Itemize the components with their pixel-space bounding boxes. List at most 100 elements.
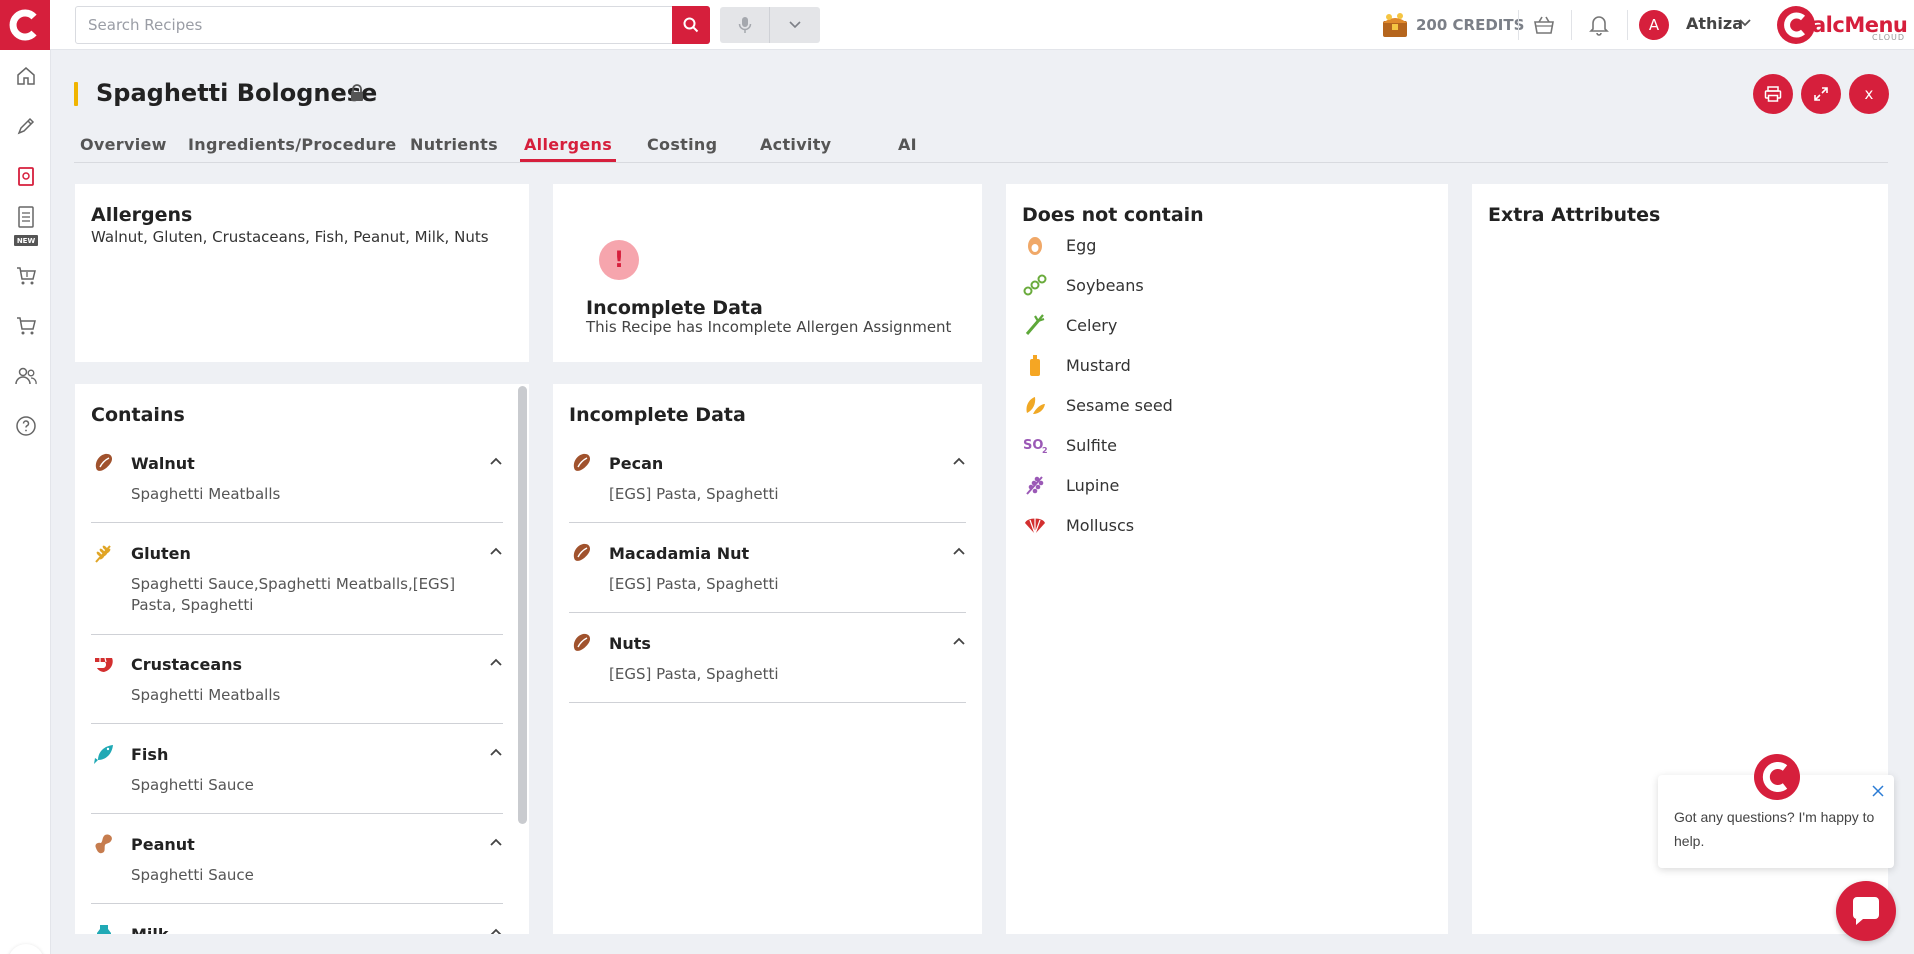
accordion-header[interactable]: Walnut: [91, 450, 503, 476]
does-not-contain-title: Does not contain: [1022, 204, 1204, 226]
chevron-up-icon[interactable]: [489, 927, 503, 934]
chevron-up-icon[interactable]: [952, 546, 966, 556]
title-accent-bar: [74, 82, 78, 106]
allergen-sources: Spaghetti Meatballs: [131, 686, 281, 704]
milk-icon: [91, 921, 117, 934]
tab-bar: Overview Ingredients/Procedure Nutrients…: [74, 132, 1888, 163]
search-button[interactable]: [672, 6, 710, 44]
fish-icon: [91, 741, 117, 767]
credits-display[interactable]: 200 CREDITS: [1380, 9, 1524, 41]
username[interactable]: Athiza: [1686, 14, 1743, 33]
contains-card: Contains Walnut Spaghetti Meatballs Glut…: [75, 384, 529, 934]
soybean-icon: [1022, 272, 1048, 298]
basket-icon: [1534, 16, 1554, 34]
sidebar-item-home[interactable]: [13, 63, 39, 89]
brand-c-icon: [1777, 6, 1815, 44]
sidebar-item-recipes[interactable]: [13, 163, 39, 189]
microphone-button[interactable]: [720, 7, 770, 43]
allergen-label: Mustard: [1066, 355, 1131, 375]
home-icon: [17, 67, 35, 85]
list-item: Fish Spaghetti Sauce: [91, 741, 503, 814]
accordion-header[interactable]: Fish: [91, 741, 503, 767]
does-not-contain-card: Does not contain Egg Soybeans Celery Mus…: [1006, 184, 1448, 934]
chevron-up-icon[interactable]: [489, 747, 503, 757]
chat-close-button[interactable]: [1870, 783, 1886, 799]
close-button[interactable]: x: [1849, 74, 1889, 114]
help-icon: [16, 416, 36, 436]
mustard-icon: [1022, 352, 1048, 378]
app-logo[interactable]: [0, 0, 50, 50]
user-menu-chevron[interactable]: [1738, 15, 1752, 34]
chevron-up-icon[interactable]: [489, 456, 503, 466]
divider: [1571, 10, 1572, 40]
allergen-name: Pecan: [609, 453, 664, 473]
incomplete-notice-title: Incomplete Data: [586, 297, 763, 319]
page-title: Spaghetti Bolognese: [96, 79, 378, 107]
incomplete-data-card: Incomplete Data Pecan [EGS] Pasta, Spagh…: [553, 384, 982, 934]
list-item: Pecan [EGS] Pasta, Spaghetti: [569, 450, 966, 523]
notifications-button[interactable]: [1586, 12, 1612, 38]
celery-icon: [1022, 312, 1048, 338]
avatar[interactable]: A: [1639, 10, 1669, 40]
sulfite-icon: SO 2: [1022, 432, 1048, 458]
allergen-sources: [EGS] Pasta, Spaghetti: [609, 575, 779, 593]
allergen-name: Fish: [131, 744, 169, 764]
wheat-icon: [91, 540, 117, 566]
accordion-header[interactable]: Pecan: [569, 450, 966, 476]
contains-title: Contains: [91, 404, 185, 426]
sidebar-item-help[interactable]: [13, 413, 39, 439]
brand-subtitle: CLOUD: [1872, 33, 1906, 42]
accordion-header[interactable]: Crustaceans: [91, 651, 503, 677]
expand-button[interactable]: [1801, 74, 1841, 114]
nut-icon: [91, 450, 117, 476]
chevron-up-icon[interactable]: [952, 456, 966, 466]
voice-search-group: [720, 7, 820, 43]
chevron-up-icon[interactable]: [952, 636, 966, 646]
print-button[interactable]: [1753, 74, 1793, 114]
allergens-summary-card: Allergens Walnut, Gluten, Crustaceans, F…: [75, 184, 529, 362]
chat-message-text: Got any questions? I'm happy to help.: [1674, 809, 1875, 849]
tab-nutrients[interactable]: Nutrients: [410, 135, 498, 154]
sidebar-collapse-button[interactable]: [8, 944, 44, 954]
extra-attributes-title: Extra Attributes: [1488, 204, 1661, 226]
voice-dropdown-button[interactable]: [770, 7, 820, 43]
accordion-header[interactable]: Milk: [91, 921, 503, 934]
expand-icon: [1814, 87, 1828, 101]
chat-launcher-button[interactable]: [1836, 881, 1896, 941]
allergens-summary-list: Walnut, Gluten, Crustaceans, Fish, Peanu…: [91, 228, 489, 246]
scrollbar[interactable]: [518, 386, 527, 824]
chevron-up-icon[interactable]: [489, 837, 503, 847]
tab-ingredients-procedure[interactable]: Ingredients/Procedure: [188, 135, 397, 154]
chevron-up-icon[interactable]: [489, 657, 503, 667]
tab-ai[interactable]: AI: [898, 135, 917, 154]
accordion-header[interactable]: Nuts: [569, 630, 966, 656]
sidebar-item-menu[interactable]: [13, 205, 39, 231]
sidebar-item-edit[interactable]: [13, 113, 39, 139]
accordion-header[interactable]: Peanut: [91, 831, 503, 857]
search-box: [75, 6, 710, 44]
basket-button[interactable]: [1531, 12, 1557, 38]
sidebar-item-users[interactable]: [13, 363, 39, 389]
allergen-label: Egg: [1066, 235, 1097, 255]
chevron-up-icon[interactable]: [489, 546, 503, 556]
tab-costing[interactable]: Costing: [647, 135, 717, 154]
sidebar-item-orders[interactable]: [13, 313, 39, 339]
mollusc-icon: [1022, 512, 1048, 538]
brand-logo: alcMenu CLOUD: [1776, 3, 1908, 47]
sidebar: NEW: [0, 50, 51, 954]
credits-chest-icon: [1383, 13, 1407, 37]
tab-activity[interactable]: Activity: [760, 135, 831, 154]
search-input[interactable]: [76, 7, 656, 43]
chevron-down-icon: [789, 21, 801, 29]
tab-overview[interactable]: Overview: [80, 135, 167, 154]
tab-allergens[interactable]: Allergens: [519, 135, 617, 162]
list-item: SO 2 Sulfite: [1022, 432, 1117, 458]
sidebar-item-purchasing[interactable]: [13, 263, 39, 289]
accordion-header[interactable]: Gluten: [91, 540, 503, 566]
list-item: Macadamia Nut [EGS] Pasta, Spaghetti: [569, 540, 966, 613]
chat-icon: [1853, 897, 1879, 925]
accordion-header[interactable]: Macadamia Nut: [569, 540, 966, 566]
list-item: Molluscs: [1022, 512, 1134, 538]
list-item: Mustard: [1022, 352, 1131, 378]
allergen-label: Soybeans: [1066, 275, 1144, 295]
